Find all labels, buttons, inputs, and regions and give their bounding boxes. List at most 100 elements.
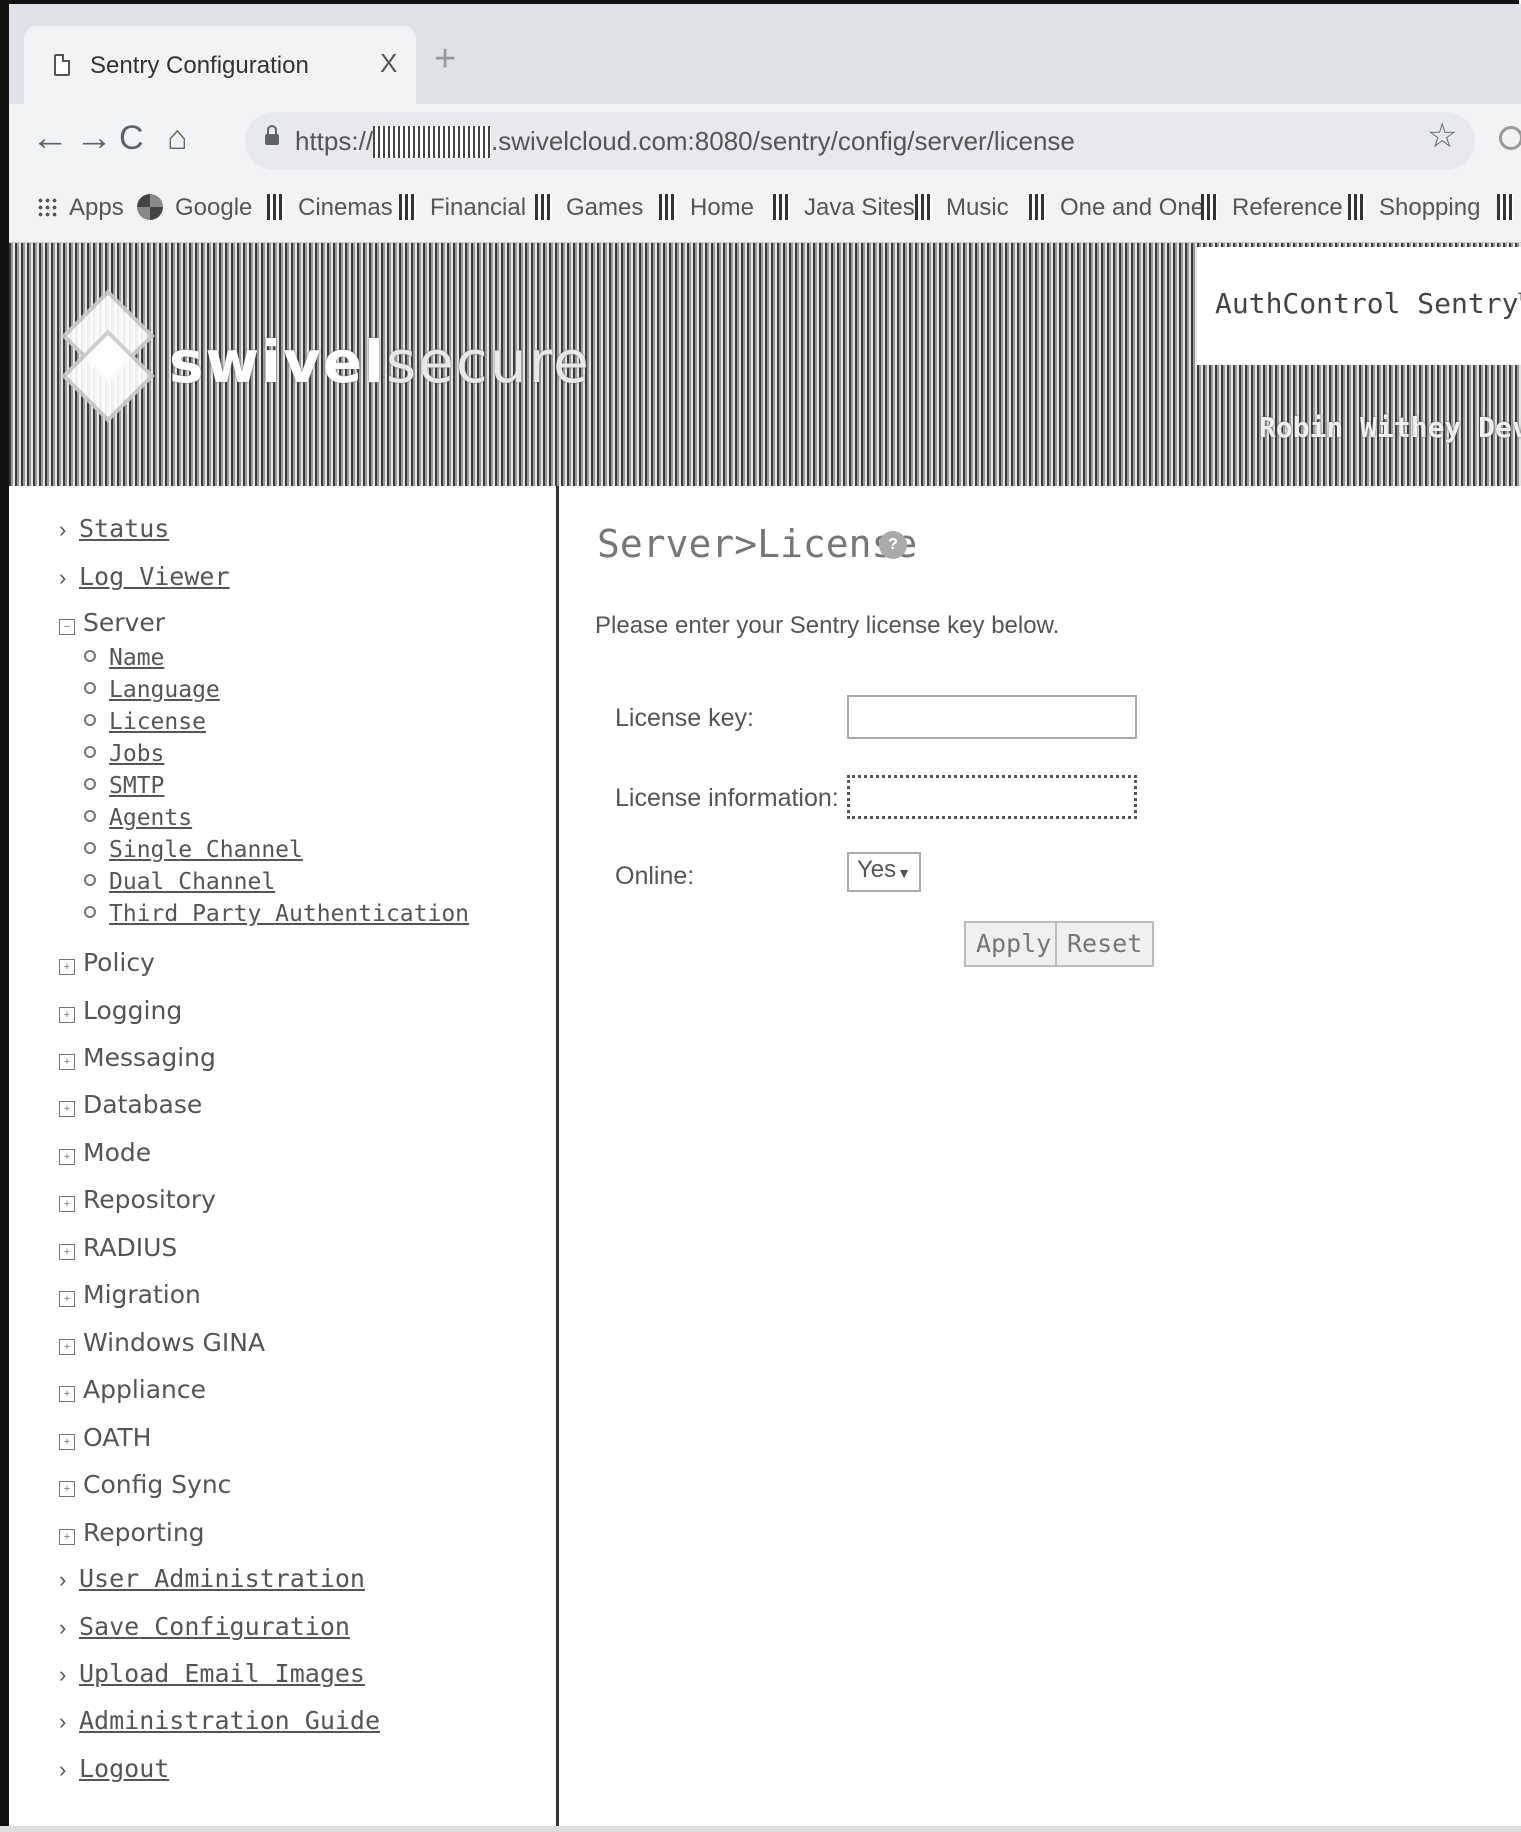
nav-subitem-license[interactable]: License xyxy=(84,708,206,735)
folder-icon xyxy=(1201,194,1218,220)
license-information-input[interactable] xyxy=(847,775,1137,819)
bottom-divider xyxy=(0,1826,1521,1832)
url-text[interactable]: https://.swivelcloud.com:8080/sentry/con… xyxy=(295,126,1075,158)
extension-icon[interactable] xyxy=(1499,126,1521,150)
product-title: AuthControl Sentry™ v4 xyxy=(1215,287,1521,320)
nav-subitem-smtp[interactable]: SMTP xyxy=(84,772,164,799)
bookmark-home[interactable]: Home xyxy=(659,194,754,222)
nav-section-config-sync[interactable]: + Config Sync xyxy=(59,1470,231,1500)
nav-item-logout[interactable]: › Logout xyxy=(59,1754,169,1784)
expand-icon: + xyxy=(59,1339,75,1355)
browser-tab[interactable]: Sentry Configuration X xyxy=(24,26,416,104)
bookmark-google[interactable]: Google xyxy=(137,194,252,222)
user-label: Robin Withey Dev I xyxy=(1259,411,1521,444)
bookmark-apps[interactable]: Apps xyxy=(37,194,124,222)
collapse-icon[interactable]: − xyxy=(59,619,75,635)
nav-section-mode[interactable]: + Mode xyxy=(59,1138,151,1168)
apply-button[interactable]: Apply xyxy=(964,921,1064,967)
expand-icon: + xyxy=(59,1434,75,1450)
folder-icon xyxy=(1497,194,1514,220)
bookmark-overflow[interactable] xyxy=(1497,194,1521,222)
navigation-bar: ← → C ⌂ https://.swivelcloud.com:8080/se… xyxy=(9,104,1521,184)
expand-icon: + xyxy=(59,1101,75,1117)
bookmark-star-icon[interactable]: ☆ xyxy=(1427,116,1457,156)
online-select[interactable]: Yes ▼ xyxy=(847,852,921,892)
folder-icon xyxy=(1348,194,1365,220)
nav-subitem-language[interactable]: Language xyxy=(84,676,220,703)
apps-grid-icon xyxy=(37,197,57,217)
expand-icon: + xyxy=(59,959,75,975)
page-title: Server>License xyxy=(597,522,918,566)
dropdown-caret-icon: ▼ xyxy=(897,865,911,881)
nav-item-administration-guide[interactable]: › Administration Guide xyxy=(59,1706,380,1736)
expand-icon: + xyxy=(59,1386,75,1402)
new-tab-button[interactable]: + xyxy=(434,40,456,78)
expand-icon: + xyxy=(59,1481,75,1497)
expand-icon: + xyxy=(59,1244,75,1260)
reload-icon[interactable]: C xyxy=(119,118,144,158)
nav-item-log-viewer[interactable]: › Log Viewer xyxy=(59,562,230,592)
nav-subitem-name[interactable]: Name xyxy=(84,644,164,671)
tab-strip: Sentry Configuration X + xyxy=(9,4,1521,104)
nav-section-policy[interactable]: + Policy xyxy=(59,948,155,978)
reset-button[interactable]: Reset xyxy=(1055,921,1155,967)
folder-icon xyxy=(915,194,932,220)
nav-section-windows-gina[interactable]: + Windows GINA xyxy=(59,1328,265,1358)
bookmarks-bar: Apps Google Cinemas Financial Games Home… xyxy=(9,184,1521,243)
address-bar[interactable]: https://.swivelcloud.com:8080/sentry/con… xyxy=(245,112,1475,170)
nav-section-repository[interactable]: + Repository xyxy=(59,1185,216,1215)
nav-subitem-agents[interactable]: Agents xyxy=(84,804,192,831)
expand-icon: + xyxy=(59,1291,75,1307)
app-header: swivelsecure AuthControl Sentry™ v4 Robi… xyxy=(9,243,1521,486)
lock-icon xyxy=(265,125,279,145)
nav-section-server[interactable]: − Server xyxy=(59,608,165,638)
nav-item-upload-email-images[interactable]: › Upload Email Images xyxy=(59,1659,365,1689)
bookmark-financial[interactable]: Financial xyxy=(399,194,526,222)
expand-icon: + xyxy=(59,1149,75,1165)
nav-section-oath[interactable]: + OATH xyxy=(59,1423,151,1453)
swivel-logo-icon xyxy=(61,289,155,423)
nav-subitem-dual-channel[interactable]: Dual Channel xyxy=(84,868,275,895)
bookmark-shopping[interactable]: Shopping xyxy=(1348,194,1480,222)
license-information-label: License information: xyxy=(615,784,839,812)
nav-section-logging[interactable]: + Logging xyxy=(59,996,182,1026)
help-icon[interactable]: ? xyxy=(879,531,907,559)
home-icon[interactable]: ⌂ xyxy=(167,118,188,158)
tab-title: Sentry Configuration xyxy=(90,52,309,79)
back-icon[interactable]: ← xyxy=(31,118,69,158)
nav-section-appliance[interactable]: + Appliance xyxy=(59,1375,206,1405)
expand-icon: + xyxy=(59,1529,75,1545)
product-box: AuthControl Sentry™ v4 xyxy=(1197,247,1521,365)
nav-section-migration[interactable]: + Migration xyxy=(59,1280,201,1310)
online-selected-value: Yes xyxy=(857,856,897,883)
nav-section-database[interactable]: + Database xyxy=(59,1090,202,1120)
online-label: Online: xyxy=(615,862,695,890)
nav-subitem-jobs[interactable]: Jobs xyxy=(84,740,164,767)
expand-icon: + xyxy=(59,1007,75,1023)
bookmark-reference[interactable]: Reference xyxy=(1201,194,1343,222)
expand-icon: + xyxy=(59,1054,75,1070)
bookmark-cinemas[interactable]: Cinemas xyxy=(267,194,393,222)
nav-section-messaging[interactable]: + Messaging xyxy=(59,1043,216,1073)
bookmark-music[interactable]: Music xyxy=(915,194,1009,222)
nav-section-radius[interactable]: + RADIUS xyxy=(59,1233,177,1263)
expand-icon: + xyxy=(59,1196,75,1212)
google-icon xyxy=(137,194,163,220)
bookmark-one-and-one[interactable]: One and One xyxy=(1029,194,1204,222)
license-key-input[interactable] xyxy=(847,695,1137,739)
forward-icon[interactable]: → xyxy=(75,118,113,158)
folder-icon xyxy=(773,194,790,220)
nav-subitem-third-party-auth[interactable]: Third Party Authentication xyxy=(84,900,469,927)
logo-text: swivelsecure xyxy=(169,328,591,396)
nav-item-user-administration[interactable]: › User Administration xyxy=(59,1564,365,1594)
license-key-label: License key: xyxy=(615,704,754,732)
nav-section-reporting[interactable]: + Reporting xyxy=(59,1518,205,1548)
nav-subitem-single-channel[interactable]: Single Channel xyxy=(84,836,303,863)
folder-icon xyxy=(1029,194,1046,220)
bookmark-games[interactable]: Games xyxy=(535,194,643,222)
close-tab-icon[interactable]: X xyxy=(380,48,397,79)
bookmark-java-sites[interactable]: Java Sites xyxy=(773,194,915,222)
folder-icon xyxy=(399,194,416,220)
nav-item-status[interactable]: › Status xyxy=(59,514,169,544)
nav-item-save-configuration[interactable]: › Save Configuration xyxy=(59,1612,350,1642)
